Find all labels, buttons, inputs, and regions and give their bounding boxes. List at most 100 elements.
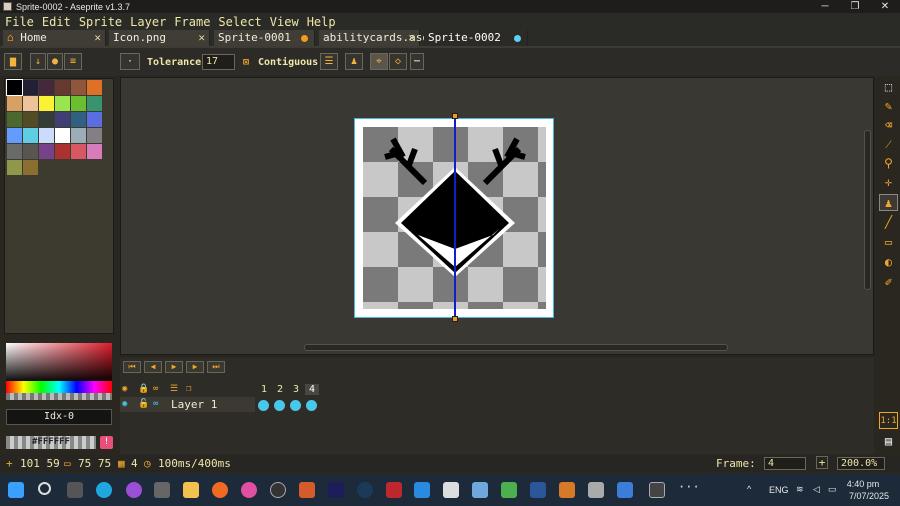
eyedropper-icon[interactable]: ⁄ <box>879 136 898 153</box>
palette-swatch[interactable] <box>39 96 54 111</box>
tab-icon-png[interactable]: Icon.png ✕ <box>109 30 210 46</box>
cel-dot[interactable] <box>258 400 269 411</box>
tab-home[interactable]: ⌂ Home ✕ <box>3 30 106 46</box>
frame-number[interactable]: 2 <box>273 384 287 395</box>
palette-swatch[interactable] <box>23 96 38 111</box>
color-spectrum[interactable] <box>6 343 112 383</box>
prev-frame-icon[interactable]: ◀ <box>144 361 162 373</box>
pixel-perfect-icon[interactable]: ⌖ <box>370 53 388 70</box>
search-icon[interactable] <box>38 482 51 495</box>
tab-sprite-0001[interactable]: Sprite-0001 <box>214 30 315 46</box>
wifi-icon[interactable]: ≋ <box>796 484 804 495</box>
symmetry-axis-line[interactable] <box>454 116 456 319</box>
chevron-up-icon[interactable]: ^ <box>747 484 751 494</box>
sliders-icon[interactable]: ☰ <box>320 53 338 70</box>
menu-frame[interactable]: Frame <box>174 15 210 29</box>
add-frame-icon[interactable]: + <box>816 456 828 469</box>
frame-input[interactable]: 4 <box>764 457 806 470</box>
task-view-icon[interactable] <box>67 482 83 498</box>
palette-swatch[interactable] <box>23 80 38 95</box>
aseprite-taskbar-icon[interactable] <box>649 482 665 498</box>
palette-swatch[interactable] <box>71 128 86 143</box>
palette-swatch[interactable] <box>6 79 23 96</box>
animate-icon[interactable] <box>328 482 344 498</box>
link-icon[interactable]: ∞ <box>153 384 158 394</box>
more-options-icon[interactable]: ⋯ <box>410 53 424 70</box>
cel-dot[interactable] <box>290 400 301 411</box>
tab-abilitycards[interactable]: abilitycards.ase ✕ <box>319 30 429 46</box>
clock-time[interactable]: 4:40 pm <box>845 479 881 489</box>
symmetry-handle-bottom[interactable] <box>452 316 458 322</box>
cel-dot[interactable] <box>306 400 317 411</box>
menu-view[interactable]: View <box>270 15 299 29</box>
minimize-button[interactable]: ─ <box>810 1 840 12</box>
pixel-brush-button[interactable]: · <box>120 53 140 70</box>
zoom-icon[interactable]: ⚲ <box>879 155 898 172</box>
palette-swatch[interactable] <box>23 160 38 175</box>
menu-layer[interactable]: Layer <box>130 15 166 29</box>
language-indicator[interactable]: ENG <box>769 485 789 495</box>
palette-swatch[interactable] <box>7 160 22 175</box>
move-icon[interactable]: ✛ <box>879 174 898 191</box>
horizontal-scrollbar[interactable] <box>304 344 728 351</box>
palette-swatch[interactable] <box>39 144 54 159</box>
layer-lock-icon[interactable]: 🔓 <box>138 399 149 409</box>
edge-icon[interactable] <box>96 482 112 498</box>
menu-sprite[interactable]: Sprite <box>79 15 122 29</box>
palette-swatch[interactable] <box>39 80 54 95</box>
layer-options-icon[interactable]: ☰ <box>170 384 178 394</box>
layout-icon[interactable]: ▤ <box>879 433 898 450</box>
next-frame-icon[interactable]: ▶ <box>186 361 204 373</box>
maximize-button[interactable]: ❐ <box>840 1 870 12</box>
close-tab-icon[interactable]: ✕ <box>198 30 205 46</box>
menu-file[interactable]: File <box>5 15 34 29</box>
pencil-icon[interactable]: ✎ <box>879 98 898 115</box>
first-frame-icon[interactable]: ⏮ <box>123 361 141 373</box>
play-icon[interactable]: ▶ <box>165 361 183 373</box>
menu-select[interactable]: Select <box>218 15 261 29</box>
clock-date[interactable]: 7/07/2025 <box>845 491 893 501</box>
firefox-icon[interactable] <box>212 482 228 498</box>
browser-icon[interactable] <box>241 482 257 498</box>
eraser-icon[interactable]: ⌫ <box>879 117 898 134</box>
line-icon[interactable]: ╱ <box>879 214 898 231</box>
app-icon[interactable] <box>617 482 633 498</box>
palette-swatch[interactable] <box>87 112 102 127</box>
file-explorer-icon[interactable] <box>183 482 199 498</box>
contiguous-check-icon[interactable]: ⊠ <box>243 57 249 68</box>
layer-link-icon[interactable]: ∞ <box>153 399 158 409</box>
palette-swatch[interactable] <box>71 96 86 111</box>
contour-icon[interactable]: ✐ <box>879 274 898 291</box>
palette-swatch[interactable] <box>23 112 38 127</box>
app-icon[interactable] <box>559 482 575 498</box>
close-button[interactable]: ✕ <box>870 1 900 12</box>
hue-slider[interactable] <box>6 381 112 393</box>
palette-swatch[interactable] <box>71 144 86 159</box>
app-icon[interactable] <box>443 482 459 498</box>
palette-swatch[interactable] <box>39 112 54 127</box>
marquee-icon[interactable]: ⬚ <box>879 79 898 96</box>
close-tab-icon[interactable]: ✕ <box>94 30 101 46</box>
layer-visible-icon[interactable]: ◉ <box>122 399 127 409</box>
arrow-down-icon[interactable]: ↓ <box>30 53 46 70</box>
brush-icon[interactable]: ● <box>47 53 63 70</box>
frame-number-active[interactable]: 4 <box>305 384 319 395</box>
palette-swatch[interactable] <box>87 144 102 159</box>
palette-swatch[interactable] <box>23 128 38 143</box>
frame-number[interactable]: 3 <box>289 384 303 395</box>
cel-dot[interactable] <box>274 400 285 411</box>
vscode-icon[interactable] <box>414 482 430 498</box>
palette-swatch[interactable] <box>7 144 22 159</box>
palette-swatch[interactable] <box>55 112 70 127</box>
app-icon[interactable] <box>386 482 402 498</box>
rectangle-icon[interactable]: ▭ <box>879 234 898 251</box>
steam-icon[interactable] <box>357 482 373 498</box>
warning-icon[interactable]: ! <box>100 436 113 449</box>
alpha-slider[interactable] <box>6 393 112 400</box>
bucket-icon[interactable]: ♟ <box>345 53 363 70</box>
symmetry-icon[interactable]: ◇ <box>389 53 407 70</box>
palette-swatch[interactable] <box>7 128 22 143</box>
symmetry-handle-top[interactable] <box>452 113 458 119</box>
battery-icon[interactable]: ▭ <box>828 484 837 495</box>
palette-swatch[interactable] <box>87 128 102 143</box>
